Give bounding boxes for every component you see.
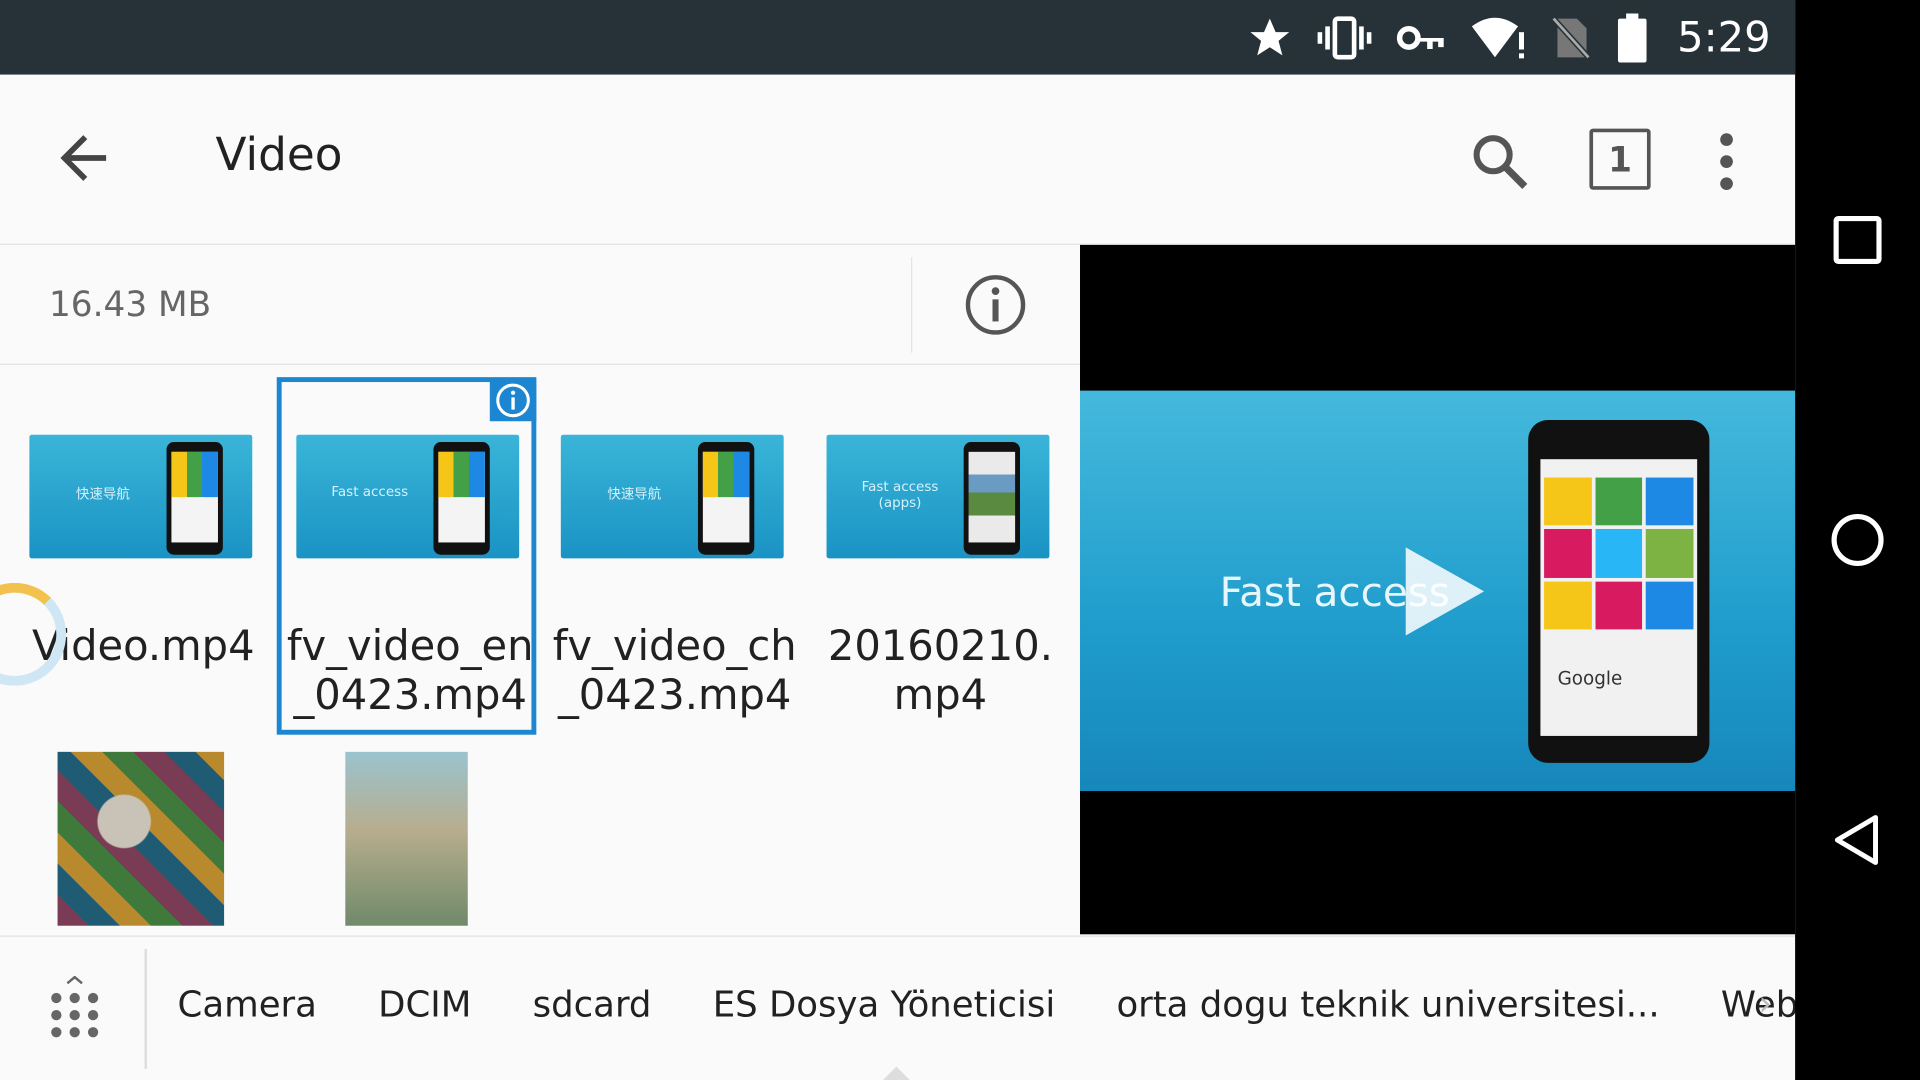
status-bar: 5:29 xyxy=(0,0,1796,75)
file-info-badge[interactable] xyxy=(489,379,537,422)
file-tile[interactable]: 快速导航 Video.mp4 xyxy=(15,365,272,732)
file-name: fv_video_ch _0423.mp4 xyxy=(552,622,797,721)
thumbnail-text: Fast access (apps) xyxy=(861,478,939,511)
battery-icon xyxy=(1616,12,1648,62)
video-preview-pane: Fast access Google xyxy=(1080,244,1796,935)
shortcut-es-dosya[interactable]: ES Dosya Yöneticisi xyxy=(713,983,1056,1025)
file-name: 20160210. mp4 xyxy=(827,622,1053,721)
phone-image xyxy=(963,442,1021,555)
info-icon xyxy=(965,275,1026,335)
image-thumbnail[interactable] xyxy=(345,751,468,926)
search-icon xyxy=(1473,135,1528,189)
video-thumbnail: 快速导航 xyxy=(29,434,253,559)
video-thumbnail: 快速导航 xyxy=(560,434,784,559)
vpn-key-icon xyxy=(1395,14,1446,61)
bottom-shortcuts-bar: Camera DCIM sdcard ES Dosya Yöneticisi o… xyxy=(0,935,1883,1080)
divider xyxy=(144,948,147,1069)
status-time: 5:29 xyxy=(1677,12,1771,62)
recents-button[interactable] xyxy=(1826,208,1890,272)
thumbnail-text: 快速导航 xyxy=(75,486,130,503)
navigation-bar xyxy=(1795,0,1920,1080)
vibrate-icon xyxy=(1317,14,1371,61)
toolbar: Video 1 xyxy=(0,74,1796,245)
phone-image xyxy=(697,442,755,555)
more-options-button[interactable] xyxy=(1702,129,1751,195)
more-vert-icon xyxy=(1720,133,1733,191)
back-triangle-icon xyxy=(1834,815,1878,865)
wifi-alert-icon xyxy=(1471,14,1525,61)
divider xyxy=(911,257,913,353)
shortcut-camera[interactable]: Camera xyxy=(178,983,317,1025)
window-count-button[interactable]: 1 xyxy=(1589,128,1651,190)
apps-grid-icon xyxy=(51,975,99,1038)
home-icon xyxy=(1831,513,1884,567)
back-button[interactable] xyxy=(49,124,118,193)
play-icon[interactable] xyxy=(1401,542,1489,640)
shortcut-dcim[interactable]: DCIM xyxy=(378,983,471,1025)
thumbnail-text: 快速导航 xyxy=(607,486,662,503)
no-sim-icon xyxy=(1550,14,1592,61)
home-button[interactable] xyxy=(1826,508,1890,572)
image-thumbnail[interactable] xyxy=(57,751,225,926)
info-button[interactable] xyxy=(962,272,1028,338)
chevron-right-icon[interactable]: › xyxy=(1758,983,1772,1023)
video-frame[interactable]: Fast access Google xyxy=(1080,390,1796,792)
video-thumbnail: Fast access (apps) xyxy=(826,434,1050,559)
page-title: Video xyxy=(215,128,343,182)
phone-search-label: Google xyxy=(1557,667,1623,690)
search-button[interactable] xyxy=(1467,129,1533,195)
file-grid: 快速导航 Video.mp4 Fast access fv_video_en _… xyxy=(0,364,1081,935)
folder-info-row: 16.43 MB xyxy=(0,244,1081,365)
apps-button[interactable] xyxy=(47,975,103,1040)
caret-up-icon xyxy=(881,1066,912,1080)
phone-image: Google xyxy=(1528,420,1710,763)
star-icon xyxy=(1246,14,1293,61)
phone-image xyxy=(166,442,223,555)
file-tile[interactable]: 快速导航 fv_video_ch _0423.mp4 xyxy=(546,365,803,732)
file-tile[interactable]: Fast access (apps) 20160210. mp4 xyxy=(812,365,1069,732)
shortcut-list: Camera DCIM sdcard ES Dosya Yöneticisi o… xyxy=(178,983,1884,1025)
shortcut-sdcard[interactable]: sdcard xyxy=(533,983,652,1025)
arrow-back-icon xyxy=(60,135,107,181)
info-icon xyxy=(496,383,530,418)
folder-size: 16.43 MB xyxy=(48,284,212,325)
recents-icon xyxy=(1833,216,1882,265)
back-nav-button[interactable] xyxy=(1826,808,1890,872)
shortcut-odtu[interactable]: orta dogu teknik universitesi... xyxy=(1116,983,1659,1025)
selection-frame xyxy=(276,377,537,735)
